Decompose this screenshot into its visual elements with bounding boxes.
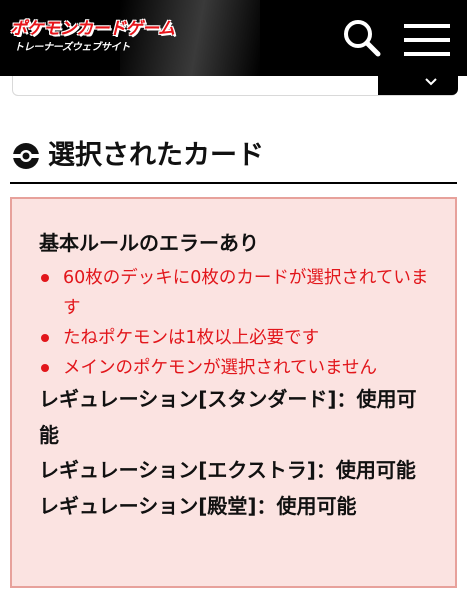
site-header: ポケモンカードゲーム トレーナーズウェブサイト <box>0 0 467 76</box>
error-item: たねポケモンは1枚以上必要です <box>39 323 439 353</box>
regulation-standard: レギュレーション[スタンダード]：使用可能 <box>39 387 417 447</box>
error-item: メインのポケモンが選択されていません <box>39 353 439 383</box>
search-button[interactable] <box>338 14 386 62</box>
bullet-icon <box>41 364 49 372</box>
hamburger-menu-icon <box>404 24 450 56</box>
search-input[interactable] <box>12 75 458 96</box>
error-text: メインのポケモンが選択されていません <box>63 358 377 378</box>
search-submit-button[interactable] <box>378 75 458 95</box>
regulation-list: レギュレーション[スタンダード]：使用可能 レギュレーション[エクストラ]：使用… <box>39 382 434 524</box>
regulation-hall-of-fame: レギュレーション[殿堂]：使用可能 <box>39 493 357 518</box>
selected-cards-heading: 選択されたカード <box>10 136 457 184</box>
chevron-down-icon <box>425 78 437 86</box>
logo-subtitle: トレーナーズウェブサイト <box>14 42 130 53</box>
error-item: 60枚のデッキに0枚のカードが選択されています <box>39 263 439 323</box>
error-text: たねポケモンは1枚以上必要です <box>63 328 320 348</box>
page-title: 選択されたカード <box>48 140 264 171</box>
error-list: 60枚のデッキに0枚のカードが選択されています たねポケモンは1枚以上必要です … <box>39 263 439 383</box>
error-panel: 基本ルールのエラーあり 60枚のデッキに0枚のカードが選択されています たねポケ… <box>10 197 457 588</box>
pokeball-icon <box>13 143 39 169</box>
regulation-extra: レギュレーション[エクストラ]：使用可能 <box>39 458 416 482</box>
logo-title: ポケモンカードゲーム <box>10 19 175 39</box>
site-logo[interactable]: ポケモンカードゲーム トレーナーズウェブサイト <box>10 14 175 58</box>
bullet-icon <box>41 274 49 282</box>
menu-button[interactable] <box>402 14 450 62</box>
bullet-icon <box>41 334 49 342</box>
error-heading: 基本ルールのエラーあり <box>39 231 259 255</box>
error-text: 60枚のデッキに0枚のカードが選択されています <box>63 268 429 318</box>
search-icon <box>344 20 381 57</box>
